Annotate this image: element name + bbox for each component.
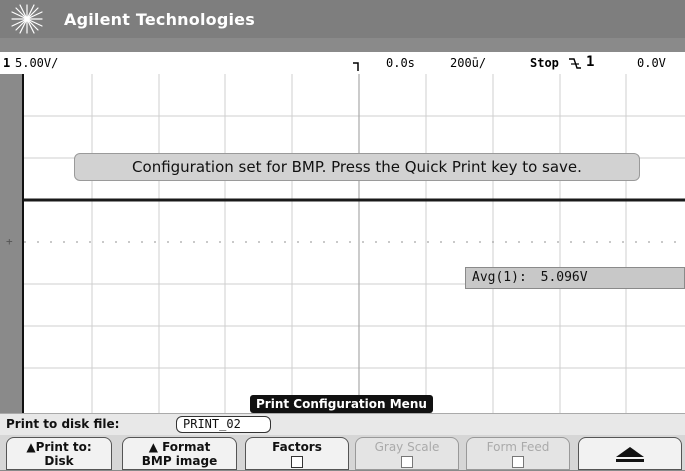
measurement-value: 5.096V bbox=[540, 270, 588, 285]
print-to-value: Disk bbox=[44, 454, 74, 468]
form-feed-softkey[interactable]: Form Feed bbox=[466, 437, 570, 470]
gray-scale-label: Gray Scale bbox=[374, 440, 440, 454]
menu-title: Print Configuration Menu bbox=[250, 395, 433, 413]
status-message: Configuration set for BMP. Press the Qui… bbox=[74, 153, 640, 181]
measurement-label: Avg(1): bbox=[472, 270, 527, 285]
factors-checkbox[interactable] bbox=[291, 456, 303, 468]
volts-per-div: 5.00V/ bbox=[15, 56, 59, 70]
run-state: Stop bbox=[530, 56, 559, 70]
trigger-position-marker-icon bbox=[353, 62, 359, 71]
gray-scale-checkbox[interactable] bbox=[401, 456, 413, 468]
file-bar: Print to disk file: PRINT_02 bbox=[0, 413, 685, 435]
factors-softkey[interactable]: Factors bbox=[245, 437, 349, 470]
graticule bbox=[24, 74, 685, 413]
format-label: ▲ Format bbox=[148, 440, 211, 454]
header-bar: Agilent Technologies bbox=[0, 0, 685, 38]
channel-number: 1 bbox=[3, 56, 11, 70]
print-file-label: Print to disk file: bbox=[6, 417, 120, 431]
svg-text:+: + bbox=[6, 235, 13, 248]
print-file-name[interactable]: PRINT_02 bbox=[176, 416, 271, 433]
form-feed-checkbox[interactable] bbox=[512, 456, 524, 468]
factors-label: Factors bbox=[272, 440, 322, 454]
softkey-bar: ▲Print to: Disk ▲ Format BMP image Facto… bbox=[0, 435, 685, 470]
print-to-label: ▲Print to: bbox=[26, 440, 92, 454]
format-value: BMP image bbox=[141, 454, 218, 468]
form-feed-label: Form Feed bbox=[486, 440, 550, 454]
agilent-spark-logo-icon bbox=[11, 4, 43, 34]
time-per-div: 200ū/ bbox=[450, 56, 487, 70]
gray-scale-softkey[interactable]: Gray Scale bbox=[355, 437, 459, 470]
status-line: 1 5.00V/ 0.0s 200ū/ Stop 1 0.0V bbox=[0, 52, 685, 74]
up-arrow-icon bbox=[616, 447, 644, 462]
brand-name: Agilent Technologies bbox=[64, 10, 255, 29]
trigger-channel: 1 bbox=[586, 54, 595, 70]
channel-ground-marker-icon: + bbox=[6, 235, 13, 248]
waveform-display: + bbox=[6, 74, 685, 413]
time-offset: 0.0s bbox=[386, 56, 415, 70]
oscilloscope-screen: Agilent Technologies 1 5.00V/ 0.0s 200ū/… bbox=[0, 0, 685, 470]
return-up-softkey[interactable] bbox=[578, 437, 682, 470]
print-to-softkey[interactable]: ▲Print to: Disk bbox=[6, 437, 112, 470]
format-softkey[interactable]: ▲ Format BMP image bbox=[122, 437, 237, 470]
trigger-level: 0.0V bbox=[637, 56, 666, 70]
measurement-readout: Avg(1): 5.096V bbox=[465, 267, 685, 289]
falling-edge-trigger-icon bbox=[569, 58, 581, 69]
